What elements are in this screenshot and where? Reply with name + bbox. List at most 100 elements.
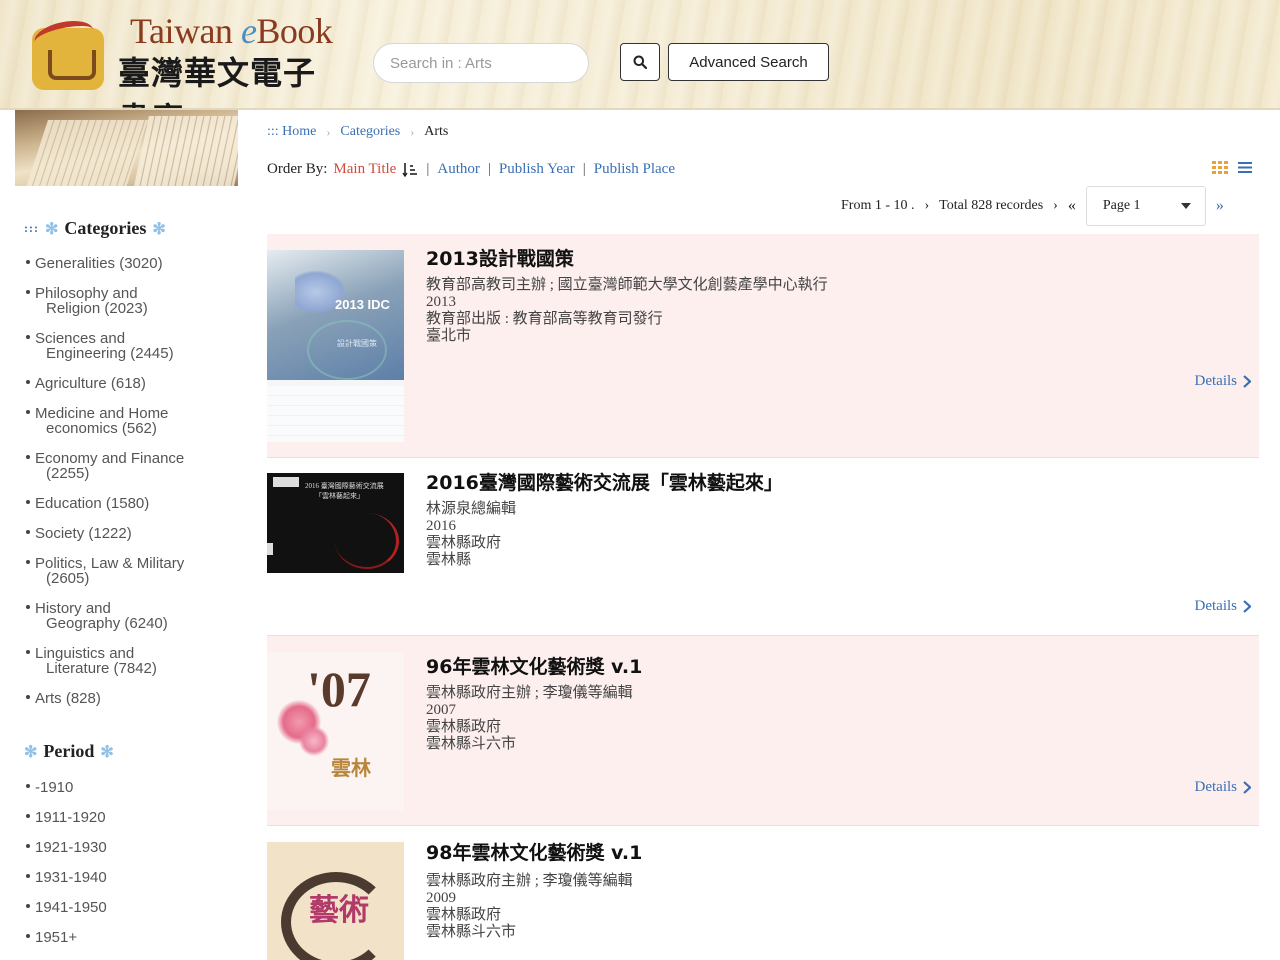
item-author: 林源泉總編輯 [426, 501, 517, 517]
view-toggle [1212, 161, 1252, 174]
period-item[interactable]: 1941-1950 [26, 900, 226, 915]
last-page-icon[interactable]: » [1216, 197, 1224, 215]
item-year: 2016 [426, 518, 456, 534]
chevron-right-icon: › [326, 124, 331, 139]
book-cover[interactable]: '07 雲林 [267, 652, 404, 810]
item-publisher: 雲林縣政府 [426, 907, 502, 923]
category-item[interactable]: Politics, Law & Military (2605) [26, 556, 226, 586]
item-title[interactable]: 2013設計戰國策 [426, 244, 574, 271]
chevron-right-icon [1243, 600, 1251, 613]
period-item[interactable]: 1931-1940 [26, 870, 226, 885]
sort-publish-year[interactable]: Publish Year [499, 161, 575, 178]
item-place: 雲林縣 [426, 552, 472, 568]
item-meta: 林源泉總編輯 2016 雲林縣政府 雲林縣 [426, 501, 516, 569]
item-year: 2009 [426, 890, 456, 906]
details-link[interactable]: Details [1195, 373, 1251, 390]
item-meta: 雲林縣政府主辦 ; 李瓊儀等編輯 2009 雲林縣政府 雲林縣斗六市 [426, 873, 633, 941]
record-range: From 1 - 10 . [841, 198, 915, 213]
book-cover[interactable]: 2016 臺灣國際藝術交流展 「雲林藝起來」 [267, 473, 404, 573]
snowflake-icon: ✻ [152, 220, 166, 238]
page-select[interactable]: Page 1 [1085, 186, 1206, 226]
logo-title-zh: 臺灣華文電子書庫 [118, 54, 317, 108]
item-title[interactable]: 98年雲林文化藝術獎 v.1 [426, 838, 642, 865]
item-place: 臺北市 [426, 328, 472, 344]
chevron-right-icon [1243, 375, 1251, 388]
item-publisher: 雲林縣政府 [426, 535, 502, 551]
period-item[interactable]: 1951+ [26, 930, 226, 945]
category-item[interactable]: Economy and Finance (2255) [26, 451, 226, 481]
snowflake-icon: ✻ [24, 743, 38, 761]
period-item[interactable]: 1911-1920 [26, 810, 226, 825]
item-place: 雲林縣斗六市 [426, 924, 517, 940]
chevron-right-icon [1243, 781, 1251, 794]
sort-publish-place[interactable]: Publish Place [594, 161, 675, 178]
first-page-icon[interactable]: « [1068, 197, 1076, 215]
sidebar: ::: ✻ Categories ✻ Generalities (3020) P… [0, 110, 250, 960]
caret-down-icon [1180, 203, 1191, 209]
item-author: 教育部高教司主辦 ; 國立臺灣師範大學文化創藝產學中心執行 [426, 277, 828, 293]
item-author: 雲林縣政府主辦 ; 李瓊儀等編輯 [426, 873, 633, 889]
grid-view-icon[interactable] [1212, 161, 1228, 174]
breadcrumb-home[interactable]: ::: Home [267, 124, 316, 140]
category-item[interactable]: Agriculture (618) [26, 376, 226, 391]
logo-title-en: Taiwan eBook [130, 11, 333, 51]
sort-ascending-icon[interactable] [402, 162, 418, 178]
snowflake-icon: ✻ [100, 743, 114, 761]
pagination: From 1 - 10 . › Total 828 recordes › « P… [841, 186, 1224, 226]
category-item[interactable]: History and Geography (6240) [26, 601, 226, 631]
category-item[interactable]: Education (1580) [26, 496, 226, 511]
period-item[interactable]: -1910 [26, 780, 226, 795]
list-item: 藝術 98年雲林文化藝術獎 v.1 雲林縣政府主辦 ; 李瓊儀等編輯 2009 … [267, 826, 1259, 960]
item-author: 雲林縣政府主辦 ; 李瓊儀等編輯 [426, 685, 633, 701]
category-item[interactable]: Linguistics and Literature (7842) [26, 646, 226, 676]
list-view-icon[interactable] [1238, 161, 1252, 174]
order-by-label: Order By: [267, 161, 328, 177]
advanced-search-button[interactable]: Advanced Search [668, 43, 829, 81]
sort-main-title[interactable]: Main Title [333, 161, 396, 178]
category-item[interactable]: Society (1222) [26, 526, 226, 541]
list-item: 2013 IDC 設計戰國策 2013設計戰國策 教育部高教司主辦 ; 國立臺灣… [267, 234, 1259, 458]
categories-heading: ::: ✻ Categories ✻ [24, 218, 166, 238]
item-meta: 雲林縣政府主辦 ; 李瓊儀等編輯 2007 雲林縣政府 雲林縣斗六市 [426, 685, 633, 753]
period-item[interactable]: 1921-1930 [26, 840, 226, 855]
details-link[interactable]: Details [1195, 598, 1251, 615]
list-item: 2016 臺灣國際藝術交流展 「雲林藝起來」 2016臺灣國際藝術交流展「雲林藝… [267, 458, 1259, 636]
separator-icon: › [1053, 198, 1058, 213]
item-meta: 教育部高教司主辦 ; 國立臺灣師範大學文化創藝產學中心執行 2013 教育部出版… [426, 277, 828, 345]
item-publisher: 教育部出版 : 教育部高等教育司發行 [426, 311, 663, 327]
item-year: 2007 [426, 702, 456, 718]
snowflake-icon: ✻ [45, 220, 59, 238]
category-item[interactable]: Generalities (3020) [26, 256, 226, 271]
separator-icon: › [924, 198, 930, 213]
list-item: '07 雲林 96年雲林文化藝術獎 v.1 雲林縣政府主辦 ; 李瓊儀等編輯 2… [267, 636, 1259, 826]
book-cover[interactable]: 藝術 [267, 842, 404, 960]
breadcrumb: ::: Home › Categories › Arts [267, 124, 448, 140]
item-title[interactable]: 2016臺灣國際藝術交流展「雲林藝起來」 [426, 468, 783, 495]
record-total: Total 828 recordes [939, 198, 1044, 213]
search-input[interactable] [373, 43, 589, 83]
search-wrapper [373, 43, 589, 83]
details-link[interactable]: Details [1195, 779, 1251, 796]
breadcrumb-categories[interactable]: Categories [340, 124, 400, 140]
category-item[interactable]: Philosophy and Religion (2023) [26, 286, 226, 316]
category-item[interactable]: Medicine and Home economics (562) [26, 406, 226, 436]
breadcrumb-current: Arts [424, 124, 449, 139]
sidebar-book-photo [15, 110, 238, 186]
category-item[interactable]: Sciences and Engineering (2445) [26, 331, 226, 361]
sort-author[interactable]: Author [437, 161, 480, 178]
search-button[interactable] [620, 43, 660, 81]
search-icon [633, 55, 647, 69]
item-place: 雲林縣斗六市 [426, 736, 517, 752]
chevron-right-icon: › [410, 124, 415, 139]
site-logo[interactable]: Taiwan eBook 臺灣華文電子書庫 [22, 10, 342, 108]
order-by-bar: Order By: Main Title | Author | Publish … [267, 161, 675, 178]
period-heading: ✻ Period ✻ [24, 741, 114, 761]
item-publisher: 雲林縣政府 [426, 719, 502, 735]
item-year: 2013 [426, 294, 456, 310]
site-header: Taiwan eBook 臺灣華文電子書庫 Advanced Search [0, 0, 1280, 110]
dots-icon: ::: [24, 221, 39, 235]
book-cover[interactable]: 2013 IDC 設計戰國策 [267, 250, 404, 442]
category-item-active[interactable]: Arts (828) [26, 691, 226, 706]
item-title[interactable]: 96年雲林文化藝術獎 v.1 [426, 652, 642, 679]
book-logo-icon [32, 28, 104, 90]
